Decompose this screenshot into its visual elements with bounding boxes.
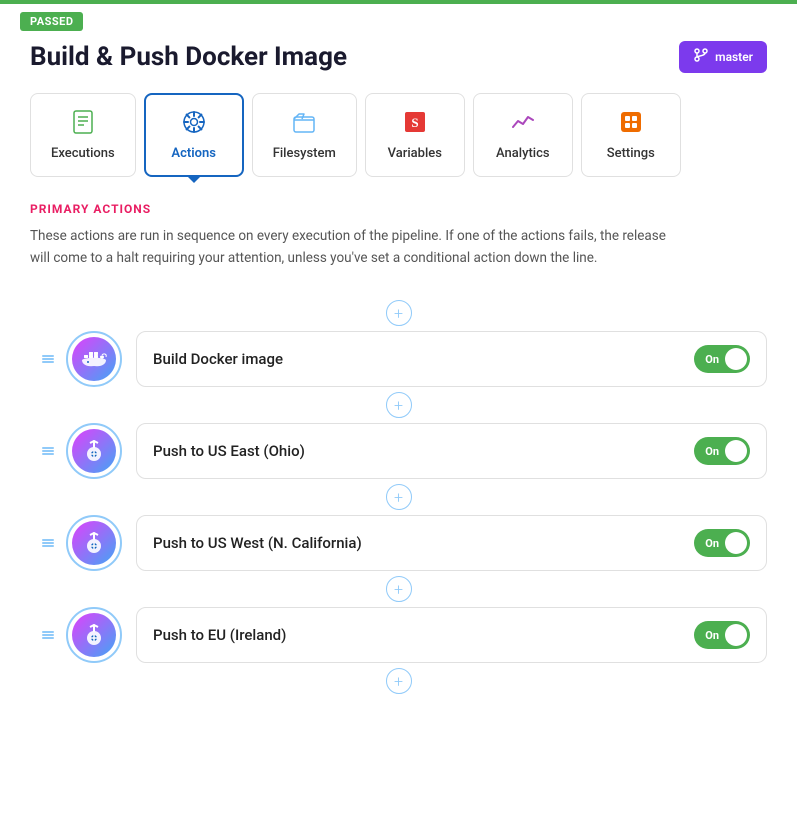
tab-variables-label: Variables [388,146,442,161]
action-card-3[interactable]: Push to US West (N. California) On [136,515,767,571]
toggle-1[interactable]: On [694,345,750,373]
tab-variables[interactable]: S Variables [365,93,465,177]
toggle-label-1: On [705,353,719,366]
action-icon-4 [66,607,122,663]
toggle-knob-1 [725,348,747,370]
actions-icon [181,109,207,140]
branch-badge[interactable]: master [679,41,767,73]
primary-actions-label: PRIMARY ACTIONS [30,202,767,216]
branch-label: master [715,50,753,64]
action-icon-2 [66,423,122,479]
top-progress-bar [0,0,797,4]
action-name-1: Build Docker image [153,350,283,368]
tab-actions-label: Actions [171,146,216,161]
page-title: Build & Push Docker Image [30,42,347,72]
add-action-button-2[interactable]: + [386,484,412,510]
passed-badge: PASSED [20,12,83,31]
tab-actions[interactable]: Actions [144,93,244,177]
add-action-button-4[interactable]: + [386,668,412,694]
tab-filesystem[interactable]: Filesystem [252,93,357,177]
actions-list: + [30,297,767,697]
add-action-button-1[interactable]: + [386,392,412,418]
toggle-2[interactable]: On [694,437,750,465]
page-header: Build & Push Docker Image master [30,41,767,73]
tab-analytics[interactable]: Analytics [473,93,573,177]
action-card-2[interactable]: Push to US East (Ohio) On [136,423,767,479]
add-btn-row-1: + [386,391,412,419]
action-row-4: Push to EU (Ireland) On [30,605,767,665]
tab-settings[interactable]: Settings [581,93,681,177]
add-btn-row-3: + [386,575,412,603]
add-btn-row-0: + [386,299,412,327]
action-icon-1 [66,331,122,387]
branch-icon [693,47,709,67]
tabs-container: Executions Actions [30,93,767,177]
executions-icon [70,109,96,140]
drag-handle-1[interactable] [30,329,66,389]
action-name-4: Push to EU (Ireland) [153,626,286,644]
tab-analytics-label: Analytics [496,146,550,161]
tab-executions-label: Executions [51,146,115,161]
action-name-2: Push to US East (Ohio) [153,442,305,460]
add-action-button-3[interactable]: + [386,576,412,602]
settings-icon [618,109,644,140]
add-action-button-0[interactable]: + [386,300,412,326]
action-icon-3 [66,515,122,571]
toggle-3[interactable]: On [694,529,750,557]
toggle-knob-2 [725,440,747,462]
drag-handle-3[interactable] [30,513,66,573]
toggle-label-4: On [705,629,719,642]
drag-handle-2[interactable] [30,421,66,481]
primary-actions-desc: These actions are run in sequence on eve… [30,226,680,269]
toggle-label-3: On [705,537,719,550]
add-btn-row-4: + [386,667,412,695]
analytics-icon [510,109,536,140]
action-row-3: Push to US West (N. California) On [30,513,767,573]
action-name-3: Push to US West (N. California) [153,534,362,552]
tab-settings-label: Settings [607,146,655,161]
drag-handle-4[interactable] [30,605,66,665]
toggle-knob-3 [725,532,747,554]
variables-icon: S [402,109,428,140]
tab-filesystem-label: Filesystem [273,146,336,161]
action-card-1[interactable]: Build Docker image On [136,331,767,387]
action-row-1: Build Docker image On [30,329,767,389]
toggle-label-2: On [705,445,719,458]
svg-text:S: S [411,115,418,130]
action-card-4[interactable]: Push to EU (Ireland) On [136,607,767,663]
toggle-knob-4 [725,624,747,646]
filesystem-icon [291,109,317,140]
add-btn-row-2: + [386,483,412,511]
action-row-2: Push to US East (Ohio) On [30,421,767,481]
tab-executions[interactable]: Executions [30,93,136,177]
toggle-4[interactable]: On [694,621,750,649]
